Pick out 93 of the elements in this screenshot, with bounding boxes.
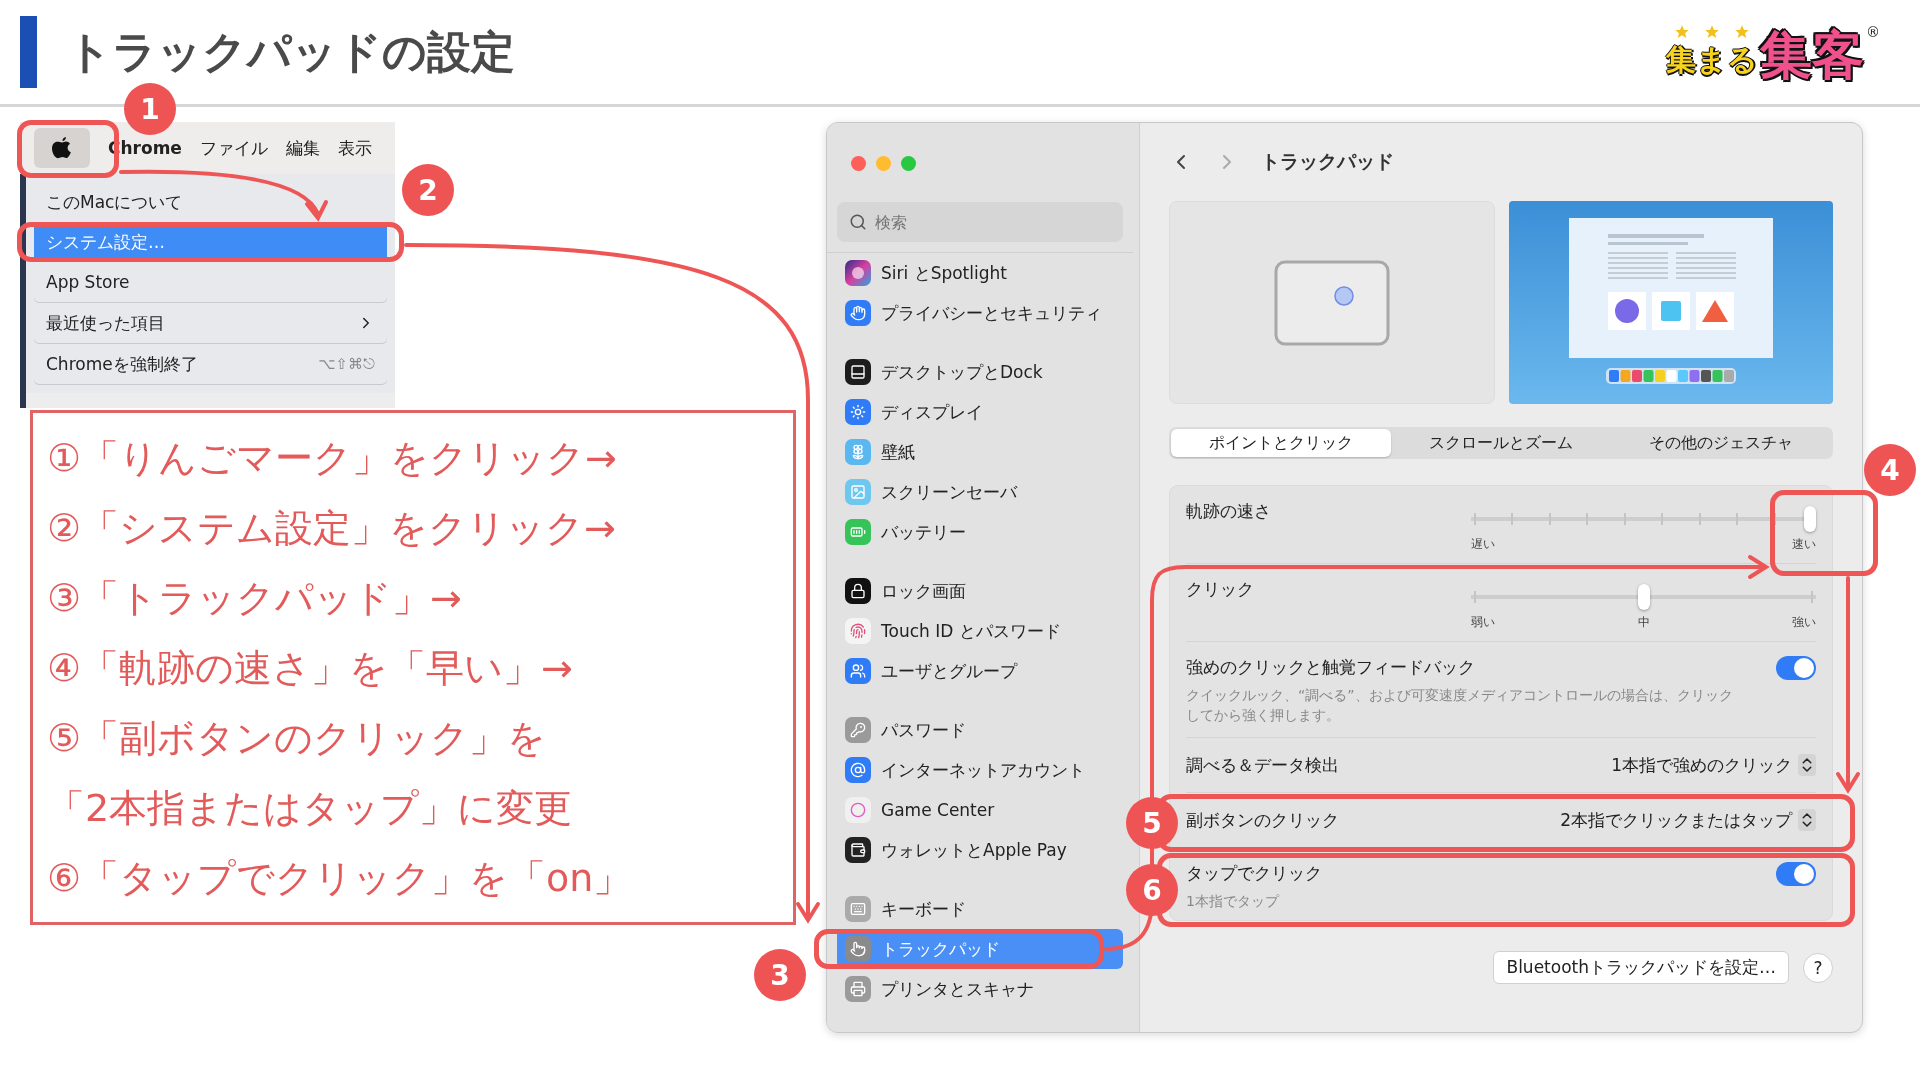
instruction-text: ③「トラックパッド」→ [47, 575, 463, 622]
scale-label: 弱い [1471, 614, 1495, 631]
instruction-text: 「2本指またはタップ」に変更 [47, 785, 574, 832]
accent-bar [20, 16, 37, 88]
printer-icon [845, 976, 871, 1002]
setting-description: クイックルック、“調べる”、および可変速度メディアコントロールの場合は、クリックしてから強く押します。 [1186, 686, 1734, 725]
up-down-chevron-icon[interactable] [1798, 754, 1816, 776]
apple-menu-button[interactable] [34, 128, 90, 168]
scale-label: 中 [1637, 614, 1650, 631]
step-badge: 1 [124, 83, 176, 135]
key-icon [845, 717, 871, 743]
scale-label: 速い [1792, 536, 1816, 553]
segment-tab[interactable]: その他のジェスチャ [1611, 429, 1831, 457]
page-title: トラックパッドの設定 [67, 24, 515, 79]
lock-icon [845, 578, 871, 604]
zoom-button[interactable] [901, 155, 916, 171]
step-badge: 4 [1864, 444, 1916, 496]
instruction-text: ⑥「タップでクリック」を「on」 [47, 855, 633, 902]
setting-label: 強めのクリックと触覚フィードバック [1186, 656, 1476, 679]
pointer-icon [845, 936, 871, 962]
scale-label: 遅い [1471, 536, 1495, 553]
wallet-icon [845, 837, 871, 863]
sidebar-item[interactable]: インターネットアカウント [837, 750, 1123, 790]
menu-item[interactable]: このMacについて [34, 182, 387, 222]
setting-label: 副ボタンのクリック [1186, 808, 1339, 832]
sidebar-item[interactable]: パスワード [837, 710, 1123, 750]
sidebar-item[interactable]: プライバシーとセキュリティ [837, 293, 1123, 333]
scale-label: 強い [1792, 614, 1816, 631]
dock-icon [845, 359, 871, 385]
instruction-text: ①「りんごマーク」をクリック→ [47, 435, 618, 482]
popup-value[interactable]: 1本指で強めのクリック [1611, 753, 1792, 777]
step-badge: 2 [402, 164, 454, 216]
orb-icon [845, 260, 871, 286]
star-icon [1704, 23, 1720, 40]
menu-title[interactable]: 表示 [337, 136, 372, 160]
slider-thumb[interactable] [1804, 506, 1816, 532]
instruction-text: ④「軌跡の速さ」を「早い」→ [47, 645, 574, 692]
apple-icon [52, 136, 72, 160]
sidebar-item[interactable]: ウォレットとApple Pay [837, 830, 1123, 870]
help-button[interactable]: ? [1803, 952, 1833, 983]
popup-value[interactable]: 2本指でクリックまたはタップ [1560, 808, 1792, 832]
instruction-text: ②「システム設定」をクリック→ [47, 505, 617, 552]
sun-icon [845, 399, 871, 425]
sidebar-item[interactable]: スクリーンセーバ [837, 472, 1123, 512]
menu-title[interactable]: 編集 [285, 136, 320, 160]
menu-item[interactable]: App Store [34, 262, 387, 302]
menu-title[interactable]: ファイル [199, 136, 268, 160]
registered-mark: ® [1866, 23, 1880, 40]
sidebar-item[interactable]: ユーザとグループ [837, 651, 1123, 691]
window-title: トラックパッド [1261, 149, 1394, 174]
sidebar-item[interactable]: Game Center [837, 790, 1123, 830]
minimize-button[interactable] [876, 155, 891, 171]
setting-label: クリック [1186, 578, 1255, 601]
step-badge: 3 [754, 949, 806, 1001]
slider-thumb[interactable] [1637, 584, 1650, 610]
sidebar-item[interactable]: 壁紙 [837, 432, 1123, 472]
flower-icon [845, 439, 871, 465]
hand-icon [845, 300, 871, 326]
star-icon [1734, 23, 1750, 40]
bluetooth-setup-button[interactable]: Bluetoothトラックパッドを設定… [1493, 951, 1789, 984]
close-button[interactable] [851, 155, 866, 171]
toggle-switch[interactable] [1776, 862, 1816, 886]
people-icon [845, 658, 871, 684]
sidebar-item[interactable]: デスクトップとDock [837, 352, 1123, 392]
picture-icon [845, 479, 871, 505]
logo-text: 集まる [1666, 40, 1758, 79]
menu-item[interactable]: Chromeを強制終了 ⌥⇧⌘⎋ [34, 344, 387, 384]
logo-text: 集客 [1760, 28, 1864, 81]
fingerprint-icon [845, 618, 871, 644]
search-field[interactable]: 検索 [837, 202, 1123, 242]
setting-description: 1本指でタップ [1186, 892, 1281, 911]
toggle-switch[interactable] [1776, 656, 1816, 680]
search-icon [849, 213, 867, 231]
setting-label: 調べる＆データ検出 [1186, 753, 1339, 777]
keyboard-icon [845, 896, 871, 922]
segment-tab[interactable]: ポイントとクリック [1171, 429, 1391, 457]
instruction-text: ⑤「副ボタンのクリック」を [47, 715, 548, 762]
sidebar-item[interactable]: ロック画面 [837, 571, 1123, 611]
sidebar-item[interactable]: キーボード [837, 889, 1123, 929]
star-icon [1674, 23, 1690, 40]
sidebar-item[interactable]: Touch ID とパスワード [837, 611, 1123, 651]
setting-label: 軌跡の速さ [1186, 500, 1272, 523]
segment-tab[interactable]: スクロールとズーム [1391, 429, 1611, 457]
battery-icon [845, 519, 871, 545]
sidebar-item[interactable]: バッテリー [837, 512, 1123, 552]
setting-label: タップでクリック [1186, 862, 1323, 885]
sidebar-item[interactable]: Siri とSpotlight [837, 253, 1123, 293]
up-down-chevron-icon[interactable] [1798, 809, 1816, 831]
menu-item[interactable]: 最近使った項目 [34, 303, 387, 343]
keyboard-shortcut: ⌥⇧⌘⎋ [318, 355, 375, 373]
sidebar-item[interactable]: ディスプレイ [837, 392, 1123, 432]
at-sign-icon [845, 757, 871, 783]
sidebar-item[interactable]: プリンタとスキャナ [837, 969, 1123, 1009]
